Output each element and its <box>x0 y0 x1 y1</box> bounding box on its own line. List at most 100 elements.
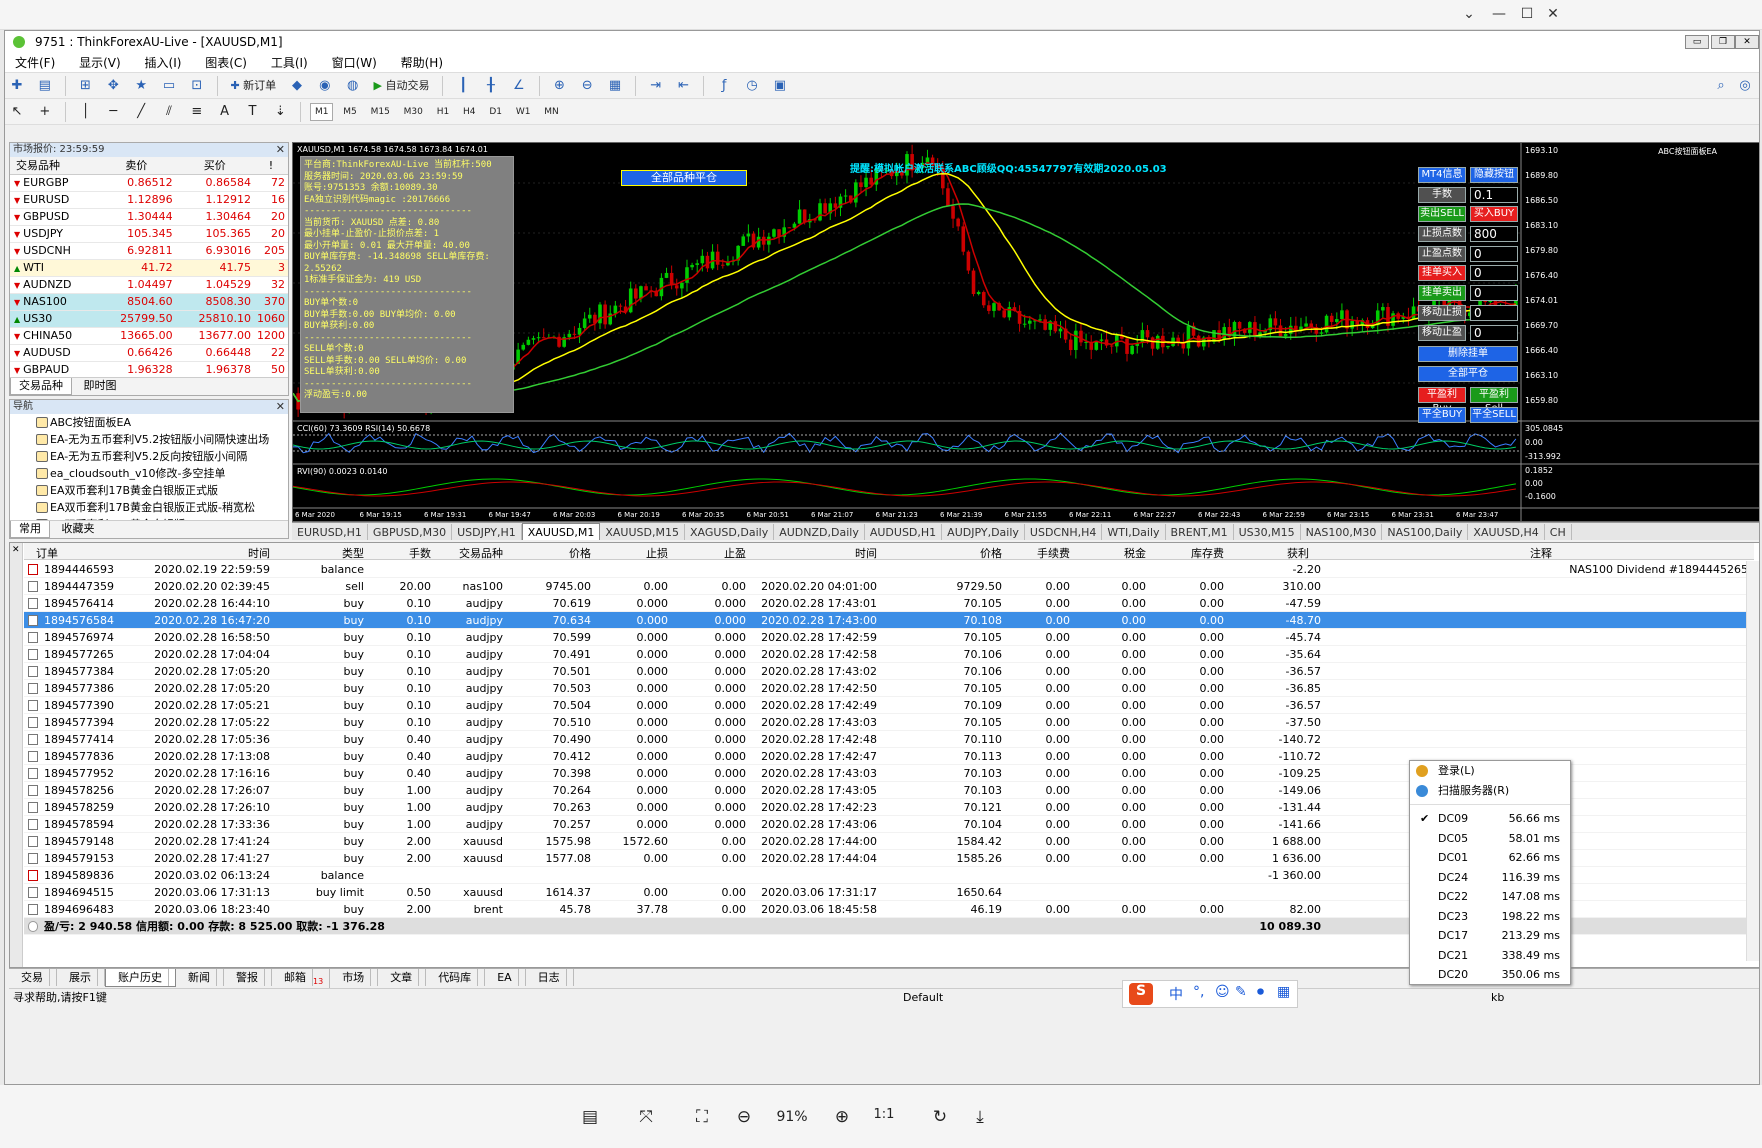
new-order-button[interactable]: ✚ 新订单 <box>226 75 280 97</box>
col-spread[interactable]: ! <box>254 157 288 175</box>
vertical-line-icon[interactable]: │ <box>74 101 96 123</box>
chart-tab[interactable]: XAUUSD,H4 <box>1468 524 1545 540</box>
market-row[interactable]: ▲ US30 25799.50 25810.10 1060 <box>10 310 288 328</box>
table-row[interactable]: 1894577394 2020.02.28 17:05:22 buy 0.10 audj… <box>24 714 1754 731</box>
col-header[interactable]: 价格 <box>569 545 591 561</box>
templates-icon[interactable]: ▣ <box>769 75 791 97</box>
chart-tab[interactable]: NAS100,Daily <box>1382 524 1469 540</box>
chart-tab[interactable]: USDJPY,H1 <box>452 524 522 540</box>
col-bid[interactable]: 卖价 <box>97 157 176 175</box>
ea-close-profit-buy-button[interactable]: 平盈利Buy <box>1418 387 1466 414</box>
col-header[interactable]: 订单 <box>36 545 58 561</box>
menu-charts[interactable]: 图表(C) <box>195 53 257 73</box>
trendline-icon[interactable]: ╱ <box>130 101 152 123</box>
maximize-icon[interactable]: ☐ <box>1518 6 1536 24</box>
punctuation-icon[interactable]: °, <box>1193 984 1204 1000</box>
ea-sl-button[interactable]: 止损点数 <box>1418 226 1466 242</box>
tf-h4[interactable]: H4 <box>459 101 480 123</box>
server-item[interactable]: DC17 213.29 ms <box>1410 926 1570 946</box>
minimize-icon[interactable]: — <box>1490 6 1508 24</box>
metaeditor-icon[interactable]: ◆ <box>286 75 308 97</box>
ea-sl-val-field[interactable]: 800 <box>1470 226 1518 242</box>
terminal-tab[interactable]: EA <box>485 969 526 986</box>
table-row[interactable]: 1894577265 2020.02.28 17:04:04 buy 0.10 audj… <box>24 646 1754 663</box>
market-watch-icon[interactable]: ⊞ <box>74 75 96 97</box>
chart-tab[interactable]: AUDJPY,Daily <box>942 524 1025 540</box>
market-row[interactable]: ▼ GBPAUD 1.96328 1.96378 50 <box>10 361 288 379</box>
chart-tab[interactable]: AUDNZD,Daily <box>774 524 865 540</box>
terminal-tab[interactable]: 新闻 <box>176 969 224 986</box>
server-item[interactable]: DC22 147.08 ms <box>1410 887 1570 907</box>
sogou-logo-icon[interactable]: S <box>1129 983 1153 1005</box>
ea-lots-button[interactable]: 手数 <box>1418 187 1466 203</box>
menu-file[interactable]: 文件(F) <box>5 53 65 73</box>
market-row[interactable]: ▼ AUDUSD 0.66426 0.66448 22 <box>10 344 288 362</box>
signals-icon[interactable]: ◉ <box>314 75 336 97</box>
download-icon[interactable]: ⤓ <box>966 1107 994 1129</box>
col-header[interactable]: 时间 <box>855 545 877 561</box>
terminal-tab[interactable]: 账户历史 <box>105 969 176 987</box>
market-row[interactable]: ▼ AUDNZD 1.04497 1.04529 32 <box>10 276 288 294</box>
new-chart-icon[interactable]: ✚ <box>6 75 28 97</box>
tf-d1[interactable]: D1 <box>485 101 506 123</box>
table-row[interactable]: 1894576584 2020.02.28 16:47:20 buy 0.10 audj… <box>24 612 1754 629</box>
indicators-icon[interactable]: ƒ <box>713 75 735 97</box>
server-item[interactable]: DC24 116.39 ms <box>1410 868 1570 888</box>
tf-m15[interactable]: M15 <box>367 101 394 123</box>
minimize-button[interactable]: ▭ <box>1685 35 1709 49</box>
terminal-icon[interactable]: ▭ <box>158 75 180 97</box>
zoom-in-icon[interactable]: ⊕ <box>828 1107 856 1129</box>
auto-trading-button[interactable]: ▶ 自动交易 <box>369 75 433 97</box>
line-chart-icon[interactable]: ∠ <box>508 75 530 97</box>
col-header[interactable]: 库存费 <box>1191 545 1224 561</box>
ea-tp-val-field[interactable]: 0 <box>1470 246 1518 262</box>
ea-trail-tp-val-field[interactable]: 0 <box>1470 325 1518 341</box>
tf-h1[interactable]: H1 <box>433 101 454 123</box>
chart-tab[interactable]: CH <box>1545 524 1572 540</box>
table-row[interactable]: 1894577414 2020.02.28 17:05:36 buy 0.40 audj… <box>24 731 1754 748</box>
chart-tab[interactable]: XAUUSD,M1 <box>521 523 601 540</box>
menu-window[interactable]: 窗口(W) <box>322 53 387 73</box>
terminal-tab[interactable]: 警报 <box>224 969 272 986</box>
chart-tab[interactable]: BRENT,M1 <box>1166 524 1234 540</box>
chart-tab[interactable]: AUDUSD,H1 <box>865 524 943 540</box>
col-header[interactable]: 手数 <box>409 545 431 561</box>
menu-view[interactable]: 显示(V) <box>69 53 131 73</box>
market-row[interactable]: ▼ EURGBP 0.86512 0.86584 72 <box>10 174 288 192</box>
layout-icon[interactable]: ▤ <box>576 1107 604 1129</box>
bar-chart-icon[interactable]: ┃ <box>452 75 474 97</box>
table-row[interactable]: 1894576414 2020.02.28 16:44:10 buy 0.10 audj… <box>24 595 1754 612</box>
ea-close-buy-button[interactable]: 平全BUY <box>1418 407 1466 423</box>
data-window-icon[interactable]: ✥ <box>102 75 124 97</box>
ea-close-sell-button[interactable]: 平全SELL <box>1470 407 1518 423</box>
cursor-icon[interactable]: ↖ <box>6 101 28 123</box>
market-row[interactable]: ▼ CHINA50 13665.00 13677.00 1200 <box>10 327 288 345</box>
ea-selllimit-button[interactable]: 挂单卖出 <box>1418 285 1466 301</box>
ea-trail-sl-button[interactable]: 移动止损 <box>1418 305 1466 321</box>
chart-tab[interactable]: GBPUSD,M30 <box>368 524 453 540</box>
zoom-in-icon[interactable]: ⊕ <box>548 75 570 97</box>
col-header[interactable]: 类型 <box>342 545 364 561</box>
tab-tick-chart[interactable]: 即时图 <box>76 378 125 394</box>
rotate-icon[interactable]: ↻ <box>926 1107 954 1129</box>
navigator-item[interactable]: EA双币套利17B黄金白银版正式版-稍宽松 <box>10 499 288 516</box>
terminal-tab[interactable]: 展示 <box>57 969 105 986</box>
market-row[interactable]: ▲ WTI 41.72 41.75 3 <box>10 259 288 277</box>
server-item[interactable]: DC05 58.01 ms <box>1410 829 1570 849</box>
channel-icon[interactable]: ⫽ <box>158 101 180 123</box>
chart-shift-icon[interactable]: ⇤ <box>673 75 695 97</box>
col-header[interactable]: 税金 <box>1124 545 1146 561</box>
terminal-tab[interactable]: 代码库 <box>426 969 486 986</box>
terminal-tab[interactable]: 文章 <box>378 969 427 986</box>
market-row[interactable]: ▼ GBPUSD 1.30444 1.30464 20 <box>10 208 288 226</box>
terminal-tab[interactable]: 市场 <box>330 969 379 986</box>
text-label-icon[interactable]: T <box>241 101 263 123</box>
market-icon[interactable]: ◍ <box>342 75 364 97</box>
terminal-side-handle[interactable]: ✕ <box>10 543 23 967</box>
fit-screen-icon[interactable]: ⤧ <box>632 1107 660 1129</box>
chart-tab[interactable]: XAUUSD,M15 <box>600 524 685 540</box>
close-icon[interactable]: ✕ <box>276 143 285 157</box>
ea-tp-button[interactable]: 止盈点数 <box>1418 246 1466 262</box>
table-row[interactable]: 1894577386 2020.02.28 17:05:20 buy 0.10 audj… <box>24 680 1754 697</box>
ea-buy-button[interactable]: 买入BUY <box>1470 206 1518 222</box>
